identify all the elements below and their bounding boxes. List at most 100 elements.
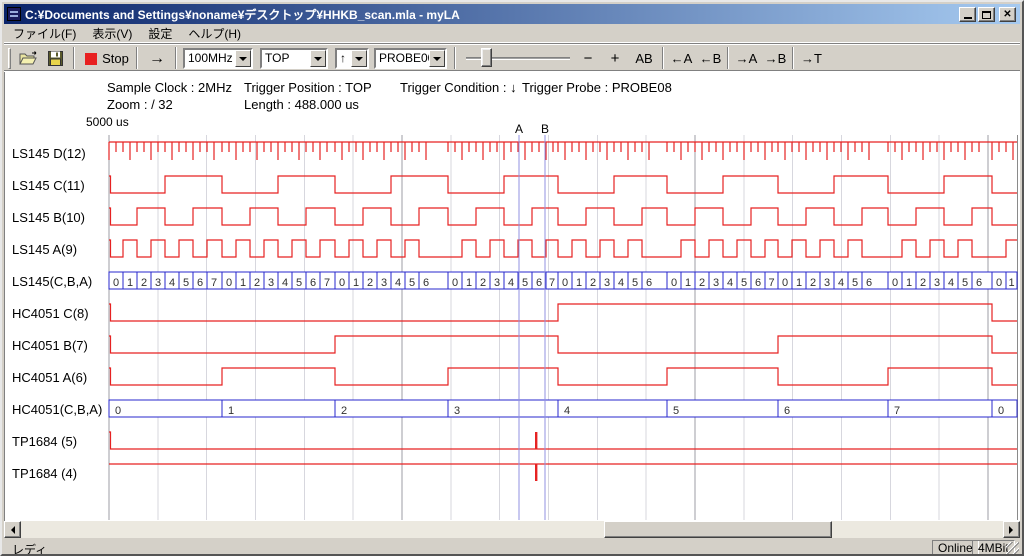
svg-text:6: 6 — [976, 277, 982, 289]
toolbar-separator — [662, 47, 664, 69]
zoom-out-button[interactable]: − — [576, 47, 600, 70]
svg-text:1: 1 — [353, 277, 359, 289]
toolbar-separator — [136, 47, 138, 69]
svg-text:2: 2 — [480, 277, 486, 289]
goto-trigger-button[interactable]: →T — [797, 47, 826, 70]
svg-text:5: 5 — [296, 277, 302, 289]
svg-text:5: 5 — [962, 277, 968, 289]
svg-text:2: 2 — [920, 277, 926, 289]
svg-text:3: 3 — [268, 277, 274, 289]
channel-label: HC4051 A(6) — [12, 370, 87, 385]
waveform-plot[interactable]: 5000 us A B LS145 D(12) LS145 C(11) LS14… — [2, 112, 1024, 520]
status-bar: レディ Online 4MBit — [4, 540, 1020, 556]
svg-text:6: 6 — [197, 277, 203, 289]
floppy-save-icon — [48, 51, 63, 66]
channel-label: TP1684 (4) — [12, 466, 77, 481]
svg-text:3: 3 — [155, 277, 161, 289]
close-icon: ✕ — [1003, 9, 1011, 20]
open-file-button[interactable] — [16, 47, 41, 70]
chevron-down-icon[interactable] — [429, 50, 445, 67]
chevron-down-icon[interactable] — [351, 50, 367, 67]
minimize-icon — [964, 17, 972, 19]
svg-text:2: 2 — [341, 405, 347, 417]
trigger-edge-combo[interactable]: ↑ — [335, 48, 369, 69]
stop-icon — [85, 53, 97, 65]
zoom-ab-button[interactable]: AB — [630, 47, 658, 70]
maximize-button[interactable] — [978, 7, 995, 22]
menu-view[interactable]: 表示(V) — [85, 23, 139, 44]
svg-text:0: 0 — [671, 277, 677, 289]
svg-text:7: 7 — [549, 277, 555, 289]
scroll-right-button[interactable] — [1003, 521, 1020, 538]
goto-cursor-b-left-button[interactable]: ←B — [696, 47, 725, 70]
close-button[interactable]: ✕ — [999, 7, 1016, 22]
sample-clock-info: Sample Clock : 2MHz — [107, 80, 232, 95]
toolbar-grip[interactable] — [8, 48, 11, 69]
svg-text:0: 0 — [339, 277, 345, 289]
save-button[interactable] — [43, 47, 68, 70]
folder-open-icon — [19, 51, 38, 66]
svg-text:0: 0 — [226, 277, 232, 289]
menu-file[interactable]: ファイル(F) — [6, 23, 83, 44]
svg-text:0: 0 — [115, 405, 121, 417]
svg-text:1: 1 — [127, 277, 133, 289]
svg-text:5: 5 — [741, 277, 747, 289]
svg-text:3: 3 — [604, 277, 610, 289]
svg-text:6: 6 — [536, 277, 542, 289]
svg-text:7: 7 — [211, 277, 217, 289]
svg-text:0: 0 — [562, 277, 568, 289]
resize-grip[interactable] — [1006, 542, 1019, 555]
zoom-slider-thumb[interactable] — [481, 48, 492, 67]
svg-text:4: 4 — [618, 277, 624, 289]
trigger-position-combo[interactable]: TOP — [260, 48, 328, 69]
svg-text:6: 6 — [423, 277, 429, 289]
status-ready: レディ — [12, 541, 47, 556]
stop-button[interactable]: Stop — [80, 47, 134, 70]
svg-text:6: 6 — [310, 277, 316, 289]
svg-text:4: 4 — [564, 405, 570, 417]
goto-cursor-a-right-button[interactable]: →A — [732, 47, 761, 70]
scroll-left-button[interactable] — [4, 521, 21, 538]
toolbar: Stop → 100MHz TOP ↑ PROBE00 − + AB — [4, 44, 1020, 71]
channel-label: LS145 B(10) — [12, 210, 85, 225]
svg-text:3: 3 — [713, 277, 719, 289]
horizontal-scrollbar[interactable] — [4, 521, 1020, 538]
svg-text:4: 4 — [948, 277, 954, 289]
waveform-traces[interactable]: 0123456701234567012345601234567012345601… — [109, 135, 1018, 520]
channel-label: LS145 D(12) — [12, 146, 86, 161]
svg-text:7: 7 — [768, 277, 774, 289]
menu-settings[interactable]: 設定 — [141, 23, 179, 44]
zoom-in-button[interactable]: + — [603, 47, 627, 70]
menu-help[interactable]: ヘルプ(H) — [181, 23, 248, 44]
trigger-probe-combo[interactable]: PROBE00 — [374, 48, 447, 69]
maximize-icon — [982, 11, 991, 19]
svg-text:1: 1 — [240, 277, 246, 289]
toolbar-separator — [175, 47, 177, 69]
svg-text:1: 1 — [1008, 277, 1014, 289]
svg-text:2: 2 — [590, 277, 596, 289]
toolbar-separator — [454, 47, 456, 69]
goto-cursor-b-right-button[interactable]: →B — [761, 47, 790, 70]
svg-text:0: 0 — [996, 277, 1002, 289]
svg-text:2: 2 — [141, 277, 147, 289]
trigger-condition-info: Trigger Condition : ↓ — [400, 80, 517, 95]
cursor-b-label: B — [541, 122, 549, 136]
run-arrow-icon: → — [149, 50, 165, 68]
sample-clock-combo[interactable]: 100MHz — [183, 48, 253, 69]
minimize-button[interactable] — [959, 7, 976, 22]
channel-label: TP1684 (5) — [12, 434, 77, 449]
scrollbar-thumb[interactable] — [604, 521, 832, 538]
chevron-down-icon[interactable] — [235, 50, 251, 67]
run-button[interactable]: → — [142, 47, 172, 70]
channel-label: HC4051 C(8) — [12, 306, 89, 321]
svg-text:2: 2 — [699, 277, 705, 289]
svg-text:1: 1 — [685, 277, 691, 289]
channel-label: LS145 C(11) — [12, 178, 85, 193]
svg-text:7: 7 — [894, 405, 900, 417]
app-icon — [7, 7, 21, 21]
chevron-down-icon[interactable] — [310, 50, 326, 67]
scroll-right-icon — [1009, 526, 1017, 534]
goto-cursor-a-left-button[interactable]: ←A — [667, 47, 696, 70]
svg-text:2: 2 — [810, 277, 816, 289]
svg-text:0: 0 — [782, 277, 788, 289]
